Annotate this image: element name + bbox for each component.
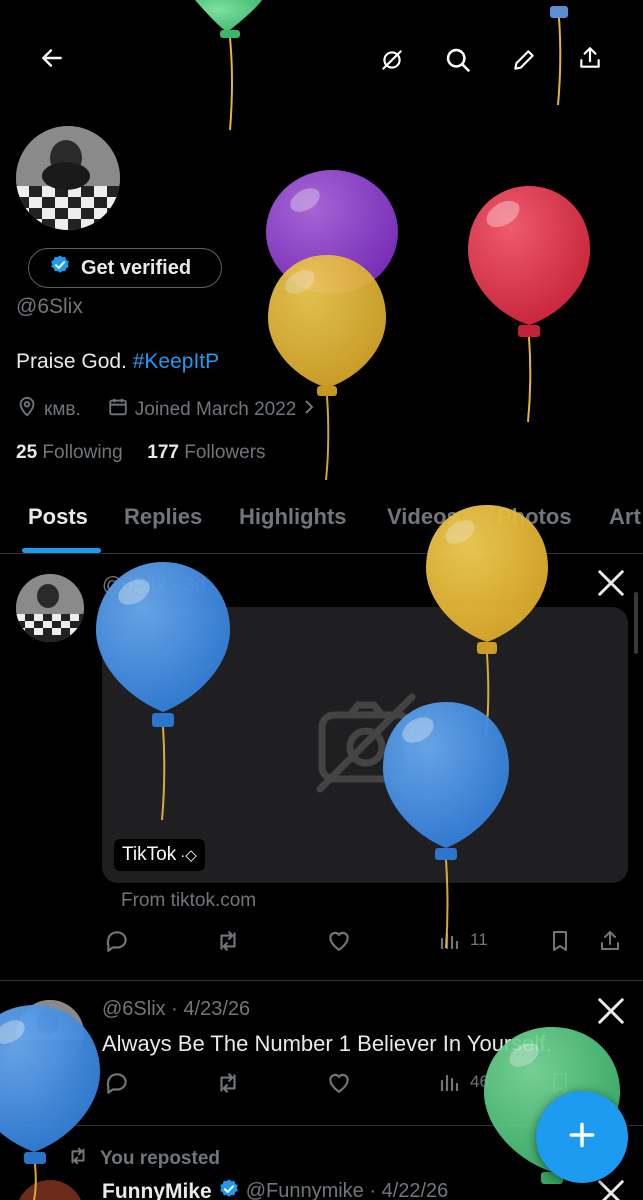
- post-header: @6Slix · 4/23/26: [102, 998, 251, 1020]
- repost-indicator: You reposted: [66, 1145, 220, 1173]
- repost-icon[interactable]: [214, 928, 242, 954]
- following-count: 25: [16, 442, 38, 463]
- link-domain: From tiktok.com: [121, 890, 257, 911]
- following-link[interactable]: 25 Following: [16, 442, 123, 463]
- views-icon[interactable]: 46: [438, 1070, 489, 1094]
- source-pill-label: TikTok: [122, 844, 177, 865]
- active-tab-indicator: [22, 548, 101, 553]
- post-actions: 11: [0, 928, 643, 968]
- plus-icon: [566, 1119, 598, 1156]
- post-divider: [0, 980, 643, 981]
- post-header: @Funnymike · 4/22/26: [245, 1180, 449, 1200]
- profile-meta: кмв. Joined March 2022: [16, 396, 316, 424]
- balloon-green-top: [195, 0, 262, 131]
- heart-icon[interactable]: [326, 1070, 352, 1096]
- tab-posts[interactable]: Posts: [28, 504, 88, 530]
- x-logo-icon[interactable]: [596, 996, 626, 1031]
- scrollbar[interactable]: [634, 592, 638, 654]
- repost-icon[interactable]: [214, 1070, 242, 1096]
- verified-badge-icon: [49, 254, 71, 282]
- share-icon[interactable]: [598, 928, 622, 954]
- profile-handle: @6Slix: [16, 295, 83, 318]
- bio-hashtag-link[interactable]: #KeepItP: [133, 350, 219, 373]
- reply-icon[interactable]: [104, 928, 130, 954]
- tab-videos[interactable]: Videos: [387, 504, 459, 530]
- verified-badge-icon: [218, 1178, 240, 1200]
- reply-icon[interactable]: [104, 1070, 130, 1096]
- x-logo-icon[interactable]: [596, 568, 626, 603]
- x-logo-icon[interactable]: [596, 1178, 626, 1200]
- post-avatar[interactable]: [16, 574, 84, 642]
- following-label: Following: [42, 442, 123, 463]
- tab-replies[interactable]: Replies: [124, 504, 202, 530]
- bookmark-icon[interactable]: [548, 928, 572, 954]
- balloon-yellow-upper: [268, 255, 386, 481]
- views-count: 46: [470, 1072, 489, 1091]
- post-header-row: FunnyMike @Funnymike · 4/22/26: [102, 1178, 448, 1200]
- followers-label: Followers: [184, 442, 266, 463]
- repost-label: You reposted: [100, 1148, 220, 1169]
- bio-text: Praise God.: [16, 350, 127, 373]
- get-verified-button[interactable]: Get verified: [28, 248, 222, 288]
- tab-highlights[interactable]: Highlights: [239, 504, 347, 530]
- post-header: @6Slix · 3d: [102, 574, 206, 596]
- chevron-right-icon[interactable]: [302, 398, 316, 422]
- balloon-red: [468, 186, 590, 423]
- source-pill-icon: ·◇: [180, 847, 197, 864]
- back-arrow-icon[interactable]: [30, 36, 74, 80]
- balloon-string-top-right: [550, 6, 568, 106]
- tab-photos[interactable]: Photos: [497, 504, 572, 530]
- image-unavailable-icon: [316, 693, 416, 798]
- followers-count: 177: [147, 442, 179, 463]
- pencil-icon[interactable]: [502, 38, 546, 82]
- profile-location: кмв.: [44, 399, 81, 420]
- balloon-purple: [266, 170, 398, 294]
- compose-button[interactable]: [536, 1091, 628, 1183]
- profile-avatar[interactable]: [16, 126, 120, 230]
- followers-link[interactable]: 177 Followers: [147, 442, 265, 463]
- profile-tabs: Posts Replies Highlights Videos Photos A…: [0, 498, 643, 554]
- get-verified-label: Get verified: [81, 256, 192, 279]
- tiktok-source-pill[interactable]: TikTok ·◇: [114, 839, 205, 871]
- search-icon[interactable]: [436, 38, 480, 82]
- views-count: 11: [470, 930, 488, 949]
- mute-icon[interactable]: [370, 38, 414, 82]
- post-text: Always Be The Number 1 Believer In Yours…: [102, 1031, 552, 1056]
- location-pin-icon: [16, 396, 38, 424]
- profile-bio: Praise God. #KeepItP: [16, 350, 219, 374]
- post-avatar[interactable]: [16, 1180, 84, 1200]
- author-name[interactable]: FunnyMike: [102, 1180, 212, 1200]
- calendar-icon: [107, 396, 129, 424]
- post-actions: 46: [0, 1070, 643, 1110]
- follow-stats: 25 Following 177 Followers: [16, 442, 266, 464]
- heart-icon[interactable]: [326, 928, 352, 954]
- post-avatar[interactable]: [16, 1000, 84, 1068]
- tab-art[interactable]: Art: [609, 504, 641, 530]
- views-icon[interactable]: 11: [438, 928, 488, 952]
- profile-joined: Joined March 2022: [134, 399, 297, 420]
- repost-icon: [66, 1145, 90, 1173]
- share-icon[interactable]: [568, 36, 612, 80]
